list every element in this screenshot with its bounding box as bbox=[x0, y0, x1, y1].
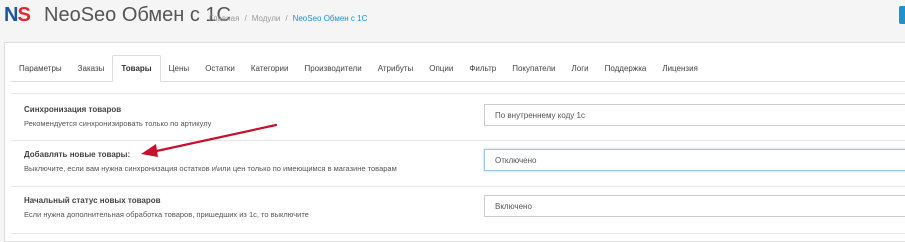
annotation-arrow-icon bbox=[141, 123, 278, 157]
